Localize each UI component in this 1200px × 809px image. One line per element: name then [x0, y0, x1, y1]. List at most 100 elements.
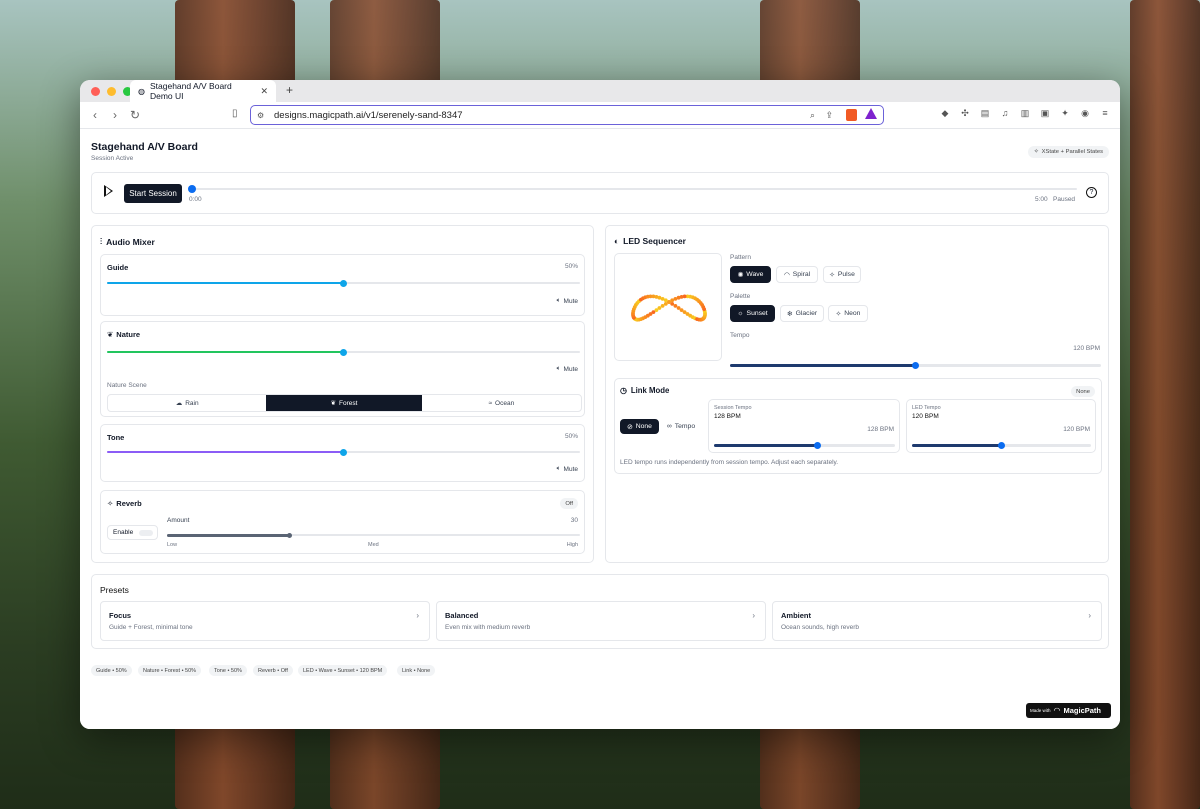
- reverb-enable-toggle[interactable]: Enable: [107, 525, 158, 540]
- menu-icon[interactable]: ≡: [1098, 106, 1112, 120]
- tempo-slider-handle[interactable]: [912, 362, 919, 369]
- led-tempo-slider[interactable]: [912, 442, 1091, 449]
- tone-label: Tone: [107, 433, 125, 442]
- extension-icon[interactable]: ◆: [938, 106, 952, 120]
- scene-rain[interactable]: ☁︎ Rain: [108, 395, 266, 411]
- presets-panel: Presets Focus Guide + Forest, minimal to…: [91, 574, 1109, 649]
- palette-sunset[interactable]: ☼ Sunset: [730, 305, 775, 322]
- guide-label: Guide: [107, 263, 129, 272]
- browser-tab[interactable]: ◍ Stagehand A/V Board Demo UI ✕: [130, 80, 276, 102]
- new-tab-button[interactable]: +: [286, 83, 293, 97]
- reverb-amount-value: 30: [570, 517, 578, 524]
- sidebar-icon[interactable]: ▥: [1018, 106, 1032, 120]
- tone-slider-handle[interactable]: [340, 448, 347, 456]
- close-window-button[interactable]: [91, 86, 100, 96]
- guide-mute-button[interactable]: 🔈︎ Mute: [557, 297, 578, 305]
- reader-icon[interactable]: ▤: [978, 106, 992, 120]
- brave-rewards-icon[interactable]: [865, 108, 877, 119]
- nature-slider[interactable]: [107, 348, 580, 356]
- guide-slider[interactable]: [107, 279, 580, 287]
- led-tempo-label: LED Tempo: [912, 405, 941, 411]
- status-chip: Nature • Forest • 50%: [138, 665, 202, 676]
- session-tempo-slider[interactable]: [714, 442, 895, 449]
- tone-slider[interactable]: [107, 448, 580, 456]
- progress-track[interactable]: [187, 185, 1077, 193]
- sparkle-icon: ✧: [835, 310, 842, 318]
- preset-ambient[interactable]: Ambient Ocean sounds, high reverb ›: [772, 601, 1102, 641]
- status-chip: Reverb • Off: [253, 665, 293, 676]
- tempo-label: Tempo: [730, 332, 750, 339]
- led-dot: [670, 298, 675, 303]
- tone-channel: Tone 50% 🔈︎ Mute: [100, 424, 585, 482]
- back-icon[interactable]: ‹: [86, 108, 104, 122]
- scene-forest[interactable]: ❦ Forest: [266, 395, 422, 411]
- session-tempo-handle[interactable]: [813, 442, 821, 449]
- palette-label: Palette: [730, 293, 751, 300]
- minimize-window-button[interactable]: [107, 86, 116, 96]
- forward-icon[interactable]: ›: [106, 108, 124, 122]
- pattern-spiral[interactable]: ◠ Spiral: [776, 266, 818, 283]
- status-chip: Link • None: [397, 665, 436, 676]
- start-session-button[interactable]: Start Session: [124, 184, 182, 203]
- toggle-switch[interactable]: [139, 529, 154, 536]
- close-tab-icon[interactable]: ✕: [260, 86, 268, 97]
- palette-neon[interactable]: ✧ Neon: [828, 305, 868, 322]
- tempo-slider[interactable]: [730, 362, 1101, 369]
- brave-shield-icon[interactable]: [846, 109, 857, 121]
- nature-scene-selector: ☁︎ Rain ❦ Forest ≈ Ocean: [107, 394, 582, 412]
- time-total: 5:00: [1035, 196, 1048, 203]
- reverb-slider[interactable]: [167, 533, 580, 538]
- led-dot: [660, 304, 665, 308]
- link-tempo[interactable]: ∞ Tempo: [659, 419, 703, 434]
- spiral-icon: ◠: [783, 271, 790, 279]
- magicpath-brand: MagicPath: [1063, 706, 1102, 715]
- share-icon[interactable]: ⇪: [825, 110, 833, 121]
- nature-scene-label: Nature Scene: [107, 382, 147, 389]
- made-with-magicpath-badge[interactable]: Made with ◠ MagicPath: [1026, 703, 1111, 718]
- link-none[interactable]: ⊘ None: [620, 419, 659, 434]
- led-tempo-value: 120 BPM: [912, 413, 939, 420]
- pattern-wave[interactable]: ✺ Wave: [730, 266, 771, 283]
- scene-ocean[interactable]: ≈ Ocean: [422, 395, 581, 411]
- audio-mixer-title: Audio Mixer: [106, 236, 155, 247]
- presets-title: Presets: [100, 585, 129, 595]
- address-bar[interactable]: ⚙ designs.magicpath.ai/v1/serenely-sand-…: [250, 105, 884, 125]
- bookmark-icon[interactable]: ▯: [232, 108, 238, 119]
- help-icon[interactable]: ?: [1086, 187, 1097, 198]
- zoom-icon[interactable]: ⌕: [810, 110, 815, 121]
- palette-glacier[interactable]: ❄︎ Glacier: [780, 305, 824, 322]
- leaf-icon: ❦: [107, 330, 114, 339]
- preset-focus[interactable]: Focus Guide + Forest, minimal tone ›: [100, 601, 430, 641]
- reload-icon[interactable]: ↻: [126, 108, 144, 122]
- wave-icon: ≈: [488, 399, 493, 407]
- puzzle-icon[interactable]: ✣: [958, 106, 972, 120]
- link-mode-badge: None: [1071, 386, 1095, 397]
- pattern-pulse[interactable]: ✧ Pulse: [823, 266, 861, 283]
- tone-mute-button[interactable]: 🔈︎ Mute: [557, 465, 578, 473]
- session-status: Session Active: [91, 155, 134, 162]
- chevron-right-icon: ›: [752, 611, 755, 620]
- transport-bar: Start Session 0:00 5:00 Paused ?: [91, 172, 1109, 214]
- sparkle-icon: ✧: [107, 499, 114, 508]
- globe-icon: ◍: [138, 86, 145, 96]
- sparkle-icon: ✧: [1033, 149, 1039, 155]
- reverb-slider-handle[interactable]: [287, 533, 293, 538]
- progress-handle[interactable]: [187, 185, 196, 193]
- url-text: designs.magicpath.ai/v1/serenely-sand-83…: [274, 109, 463, 121]
- browser-window: ◍ Stagehand A/V Board Demo UI ✕ + ‹ › ↻ …: [80, 80, 1120, 729]
- pulse-icon: ✧: [829, 271, 835, 279]
- music-icon[interactable]: ♫: [998, 106, 1012, 120]
- nature-label: ❦ Nature: [107, 330, 141, 339]
- led-tempo-handle[interactable]: [998, 442, 1005, 449]
- clock-icon: ◷: [620, 386, 627, 395]
- guide-slider-handle[interactable]: [340, 279, 347, 287]
- site-settings-icon[interactable]: ⚙: [257, 111, 264, 120]
- preset-balanced[interactable]: Balanced Even mix with medium reverb ›: [436, 601, 766, 641]
- nature-slider-handle[interactable]: [340, 348, 347, 356]
- ai-icon[interactable]: ✦: [1058, 106, 1072, 120]
- wallet-icon[interactable]: ▣: [1038, 106, 1052, 120]
- led-wave-visual: [631, 294, 707, 322]
- vpn-icon[interactable]: ◉: [1078, 106, 1092, 120]
- nature-mute-button[interactable]: 🔈︎ Mute: [557, 365, 578, 373]
- preset-title: Balanced: [445, 611, 479, 620]
